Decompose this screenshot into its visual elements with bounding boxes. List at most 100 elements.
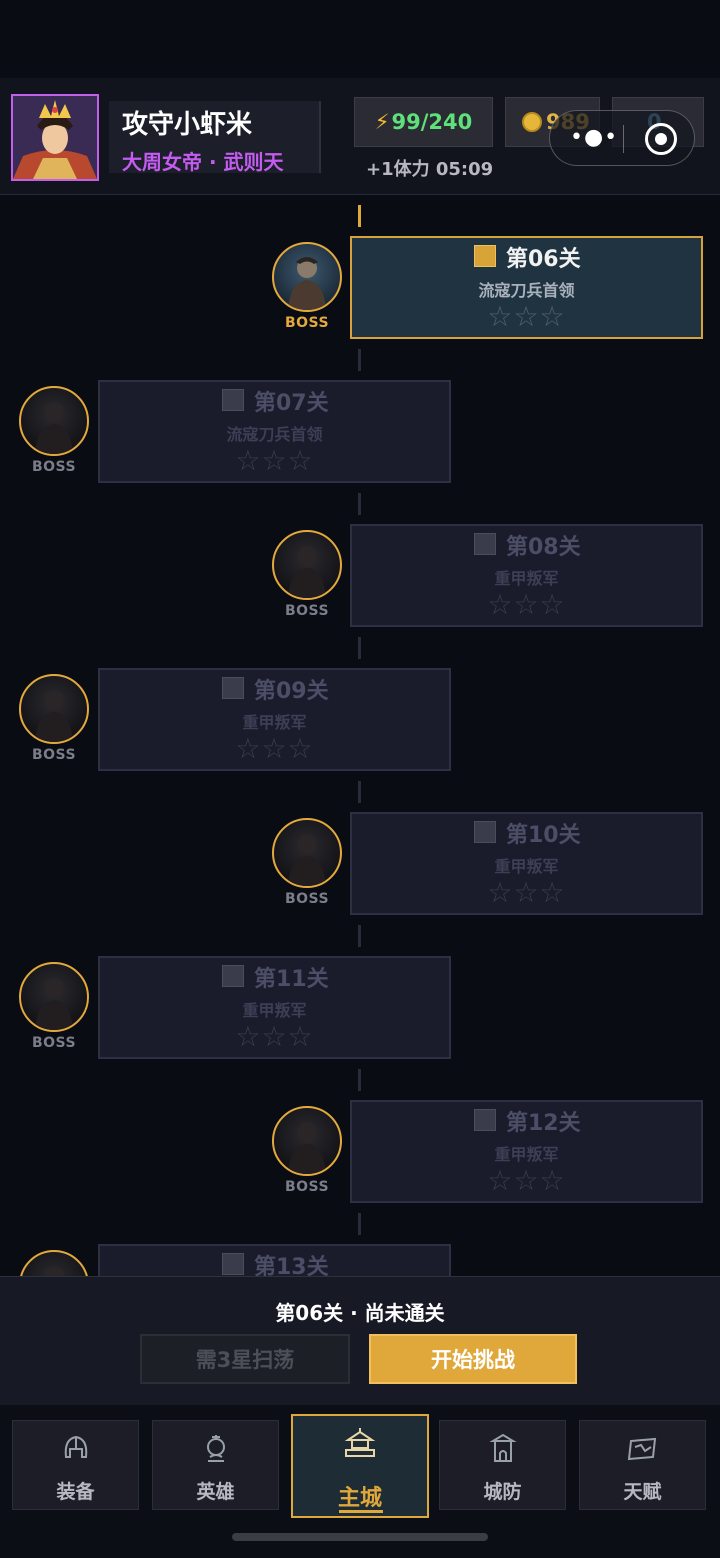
stage-card-09[interactable]: 第09关 重甲叛军 ☆☆☆	[98, 668, 451, 771]
more-options-icon[interactable]: •●•	[570, 125, 618, 150]
gate-tower-icon	[440, 1431, 565, 1471]
stage-card-10[interactable]: 第10关 重甲叛军 ☆☆☆	[350, 812, 703, 915]
stage-enemy: 重甲叛军	[494, 857, 559, 876]
player-name: 攻守小虾米	[122, 110, 253, 140]
boss-portrait	[19, 674, 89, 744]
stage-label: 第11关	[254, 967, 329, 992]
stamina-regen-timer: +1体力 05:09	[366, 159, 494, 180]
stage-enemy: 重甲叛军	[242, 713, 307, 732]
selected-stage-status: 第06关 · 尚未通关	[275, 1301, 445, 1325]
armored-rebel-icon	[35, 978, 73, 1030]
nav-tab-label: 装备	[56, 1481, 95, 1503]
stage-card-06[interactable]: 第06关 流寇刀兵首领 ☆☆☆	[350, 236, 703, 339]
path-connector	[358, 1069, 361, 1091]
player-avatar[interactable]	[11, 94, 99, 181]
boss-label: BOSS	[284, 1179, 330, 1195]
stage-card-12[interactable]: 第12关 重甲叛军 ☆☆☆	[350, 1100, 703, 1203]
boss-portrait	[272, 1106, 342, 1176]
stage-label: 第10关	[506, 823, 581, 848]
active-tab-indicator	[339, 1510, 383, 1513]
nav-tab-label: 英雄	[196, 1481, 235, 1503]
talent-scroll-icon	[580, 1431, 705, 1471]
bandit-leader-icon	[288, 257, 326, 310]
nav-tab-main-city[interactable]: 主城	[291, 1414, 429, 1518]
stage-checkbox	[474, 1109, 496, 1131]
bandit-leader-icon	[35, 402, 73, 454]
boss-portrait	[272, 242, 342, 312]
stage-label: 第07关	[254, 391, 329, 416]
stage-checkbox	[222, 677, 244, 699]
stage-checkbox	[474, 245, 496, 267]
nav-tab-label: 城防	[483, 1481, 522, 1503]
stage-checkbox	[222, 965, 244, 987]
nav-tab-equipment[interactable]: 装备	[12, 1420, 139, 1510]
boss-avatar-stage-11[interactable]: BOSS	[19, 962, 91, 1058]
hero-crest-icon	[153, 1431, 278, 1471]
armored-rebel-icon	[288, 1122, 326, 1174]
mini-program-capsule: •●•	[549, 110, 695, 166]
lightning-bolt-icon: ⚡	[374, 110, 390, 134]
stage-label: 第09关	[254, 679, 329, 704]
stage-card-11[interactable]: 第11关 重甲叛军 ☆☆☆	[98, 956, 451, 1059]
stage-enemy: 重甲叛军	[494, 569, 559, 588]
stage-label: 第08关	[506, 535, 581, 560]
nav-tab-heroes[interactable]: 英雄	[152, 1420, 279, 1510]
empress-portrait-icon	[13, 96, 97, 179]
palace-icon	[293, 1426, 427, 1466]
boss-portrait	[272, 818, 342, 888]
boss-avatar-stage-09[interactable]: BOSS	[19, 674, 91, 770]
stage-stars: ☆☆☆	[235, 444, 314, 477]
stage-label: 第06关	[506, 247, 581, 272]
stage-stars: ☆☆☆	[487, 876, 566, 909]
path-connector	[358, 205, 361, 227]
nav-tab-label: 主城	[337, 1486, 382, 1511]
armored-rebel-icon	[288, 546, 326, 598]
boss-portrait	[272, 530, 342, 600]
capsule-divider	[623, 125, 624, 153]
boss-portrait	[19, 386, 89, 456]
stage-enemy: 重甲叛军	[494, 1145, 559, 1164]
boss-label: BOSS	[284, 315, 330, 331]
path-connector	[358, 781, 361, 803]
nav-tab-defense[interactable]: 城防	[439, 1420, 566, 1510]
stage-stars: ☆☆☆	[487, 588, 566, 621]
boss-label: BOSS	[284, 603, 330, 619]
stage-checkbox	[222, 389, 244, 411]
stamina-value: 99/240	[391, 110, 473, 134]
close-target-icon[interactable]	[645, 123, 677, 155]
boss-avatar-stage-06[interactable]: BOSS	[272, 242, 344, 338]
player-title: 大周女帝 · 武则天	[122, 150, 284, 174]
stage-card-08[interactable]: 第08关 重甲叛军 ☆☆☆	[350, 524, 703, 627]
boss-label: BOSS	[31, 747, 77, 763]
boss-label: BOSS	[31, 459, 77, 475]
stage-enemy: 流寇刀兵首领	[226, 425, 323, 444]
path-connector	[358, 349, 361, 371]
path-connector	[358, 637, 361, 659]
nav-tab-talent[interactable]: 天赋	[579, 1420, 706, 1510]
boss-avatar-stage-10[interactable]: BOSS	[272, 818, 344, 914]
boss-avatar-stage-07[interactable]: BOSS	[19, 386, 91, 482]
boss-label: BOSS	[284, 891, 330, 907]
path-connector	[358, 925, 361, 947]
helmet-icon	[13, 1431, 138, 1471]
boss-portrait	[19, 962, 89, 1032]
stage-enemy: 流寇刀兵首领	[478, 281, 575, 300]
nav-tab-label: 天赋	[623, 1481, 662, 1503]
stamina-counter[interactable]: ⚡ 99/240	[354, 97, 493, 147]
path-connector	[358, 493, 361, 515]
stage-stars: ☆☆☆	[487, 300, 566, 333]
stage-stars: ☆☆☆	[487, 1164, 566, 1197]
path-connector	[358, 1213, 361, 1235]
gold-coin-icon	[522, 112, 542, 132]
start-challenge-button[interactable]: 开始挑战	[369, 1334, 577, 1384]
armored-rebel-icon	[288, 834, 326, 886]
stage-action-panel	[0, 1276, 720, 1405]
stage-enemy: 重甲叛军	[242, 1001, 307, 1020]
boss-avatar-stage-12[interactable]: BOSS	[272, 1106, 344, 1202]
boss-avatar-stage-08[interactable]: BOSS	[272, 530, 344, 626]
stage-card-07[interactable]: 第07关 流寇刀兵首领 ☆☆☆	[98, 380, 451, 483]
boss-label: BOSS	[31, 1035, 77, 1051]
armored-rebel-icon	[35, 690, 73, 742]
sweep-button[interactable]: 需3星扫荡	[140, 1334, 350, 1384]
home-indicator[interactable]	[232, 1533, 488, 1541]
